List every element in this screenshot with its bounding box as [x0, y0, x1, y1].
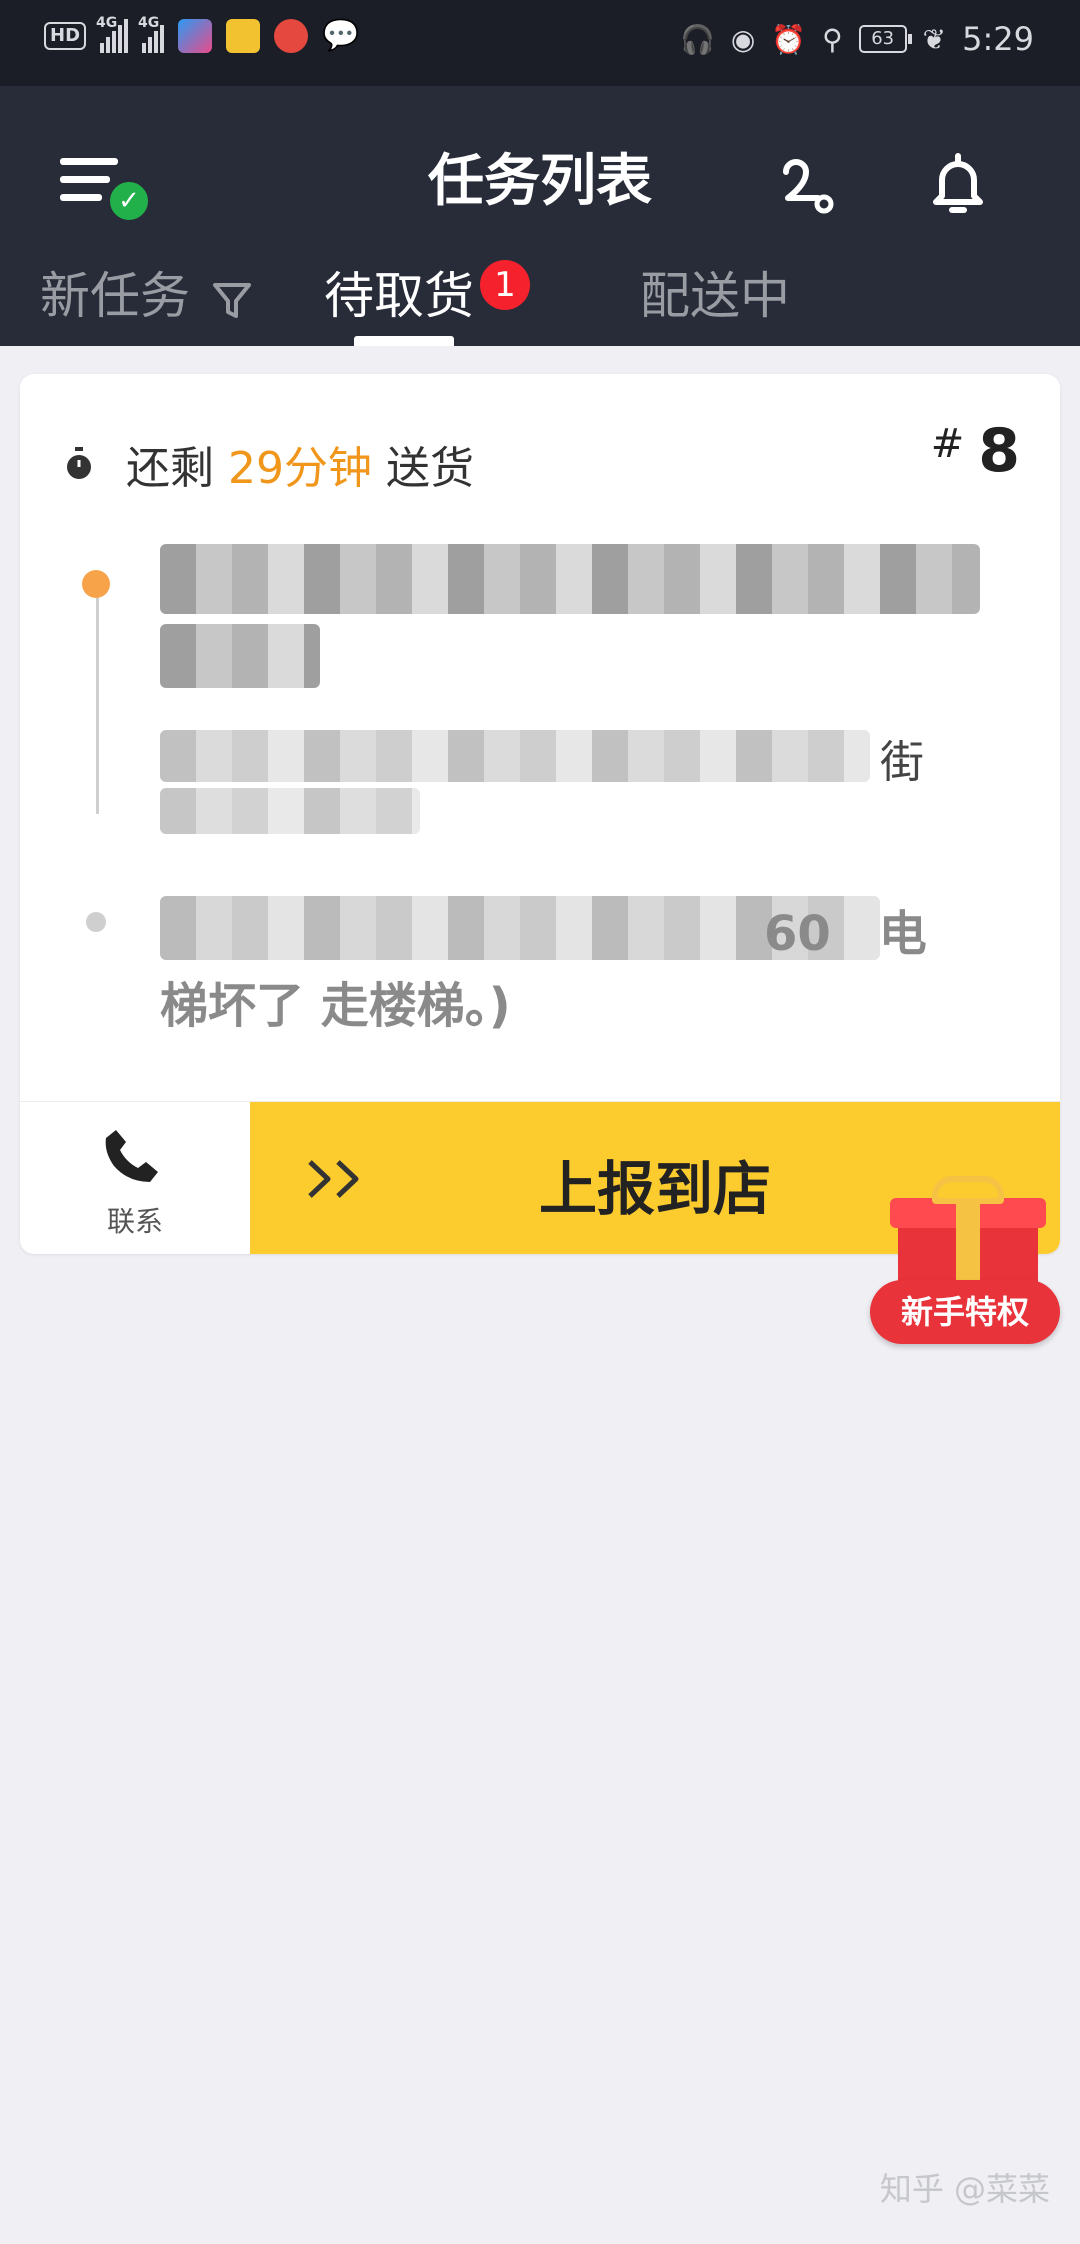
newbie-privilege-button[interactable]: 新手特权 [870, 1176, 1062, 1350]
video-app-icon [178, 18, 213, 53]
tab-label: 配送中 [640, 267, 790, 325]
hd-indicator: HD [44, 21, 87, 50]
destination-char: 电 [878, 906, 927, 962]
destination-note: 梯坏了 走楼梯。) [160, 978, 511, 1034]
destination-marker-icon [86, 912, 106, 932]
contact-button[interactable]: 联系 [20, 1102, 250, 1254]
gift-bow [932, 1176, 1004, 1204]
active-tab-indicator [354, 336, 454, 346]
alarm-icon: ⏰ [771, 22, 807, 56]
time-prefix: 还剩 [126, 443, 214, 494]
newbie-privilege-label: 新手特权 [870, 1280, 1060, 1344]
tab-label: 待取货 [324, 267, 474, 325]
battery-indicator: 63 [858, 25, 912, 53]
time-remaining-row: 还剩 29分钟 送货 [64, 432, 474, 496]
leaf-icon: ❦ [922, 22, 947, 56]
wechat-icon: 💬 [322, 18, 360, 53]
watermark: 知乎 @菜菜 [879, 2170, 1050, 2208]
tab-label: 新任务 [40, 267, 190, 325]
store-address-redacted [160, 788, 420, 834]
phone-icon [105, 1130, 158, 1182]
destination-number: 60 [764, 906, 831, 962]
tab-pending-pickup[interactable]: 待取货 1 [324, 256, 530, 328]
route-icon[interactable] [778, 158, 834, 218]
page-title: 任务列表 [428, 149, 652, 214]
headphones-icon: 🎧 [679, 22, 715, 56]
game-app-icon [274, 18, 309, 53]
store-address-fragment: 街 [880, 737, 924, 788]
count-badge: 1 [480, 260, 530, 310]
order-number-value: 8 [978, 416, 1020, 486]
eye-icon: ◉ [730, 22, 756, 56]
store-marker-icon [82, 570, 110, 598]
signal-icon: 4G [96, 15, 129, 53]
store-address-redacted [160, 730, 870, 782]
route-connector [96, 584, 99, 814]
app-header: ✓ 任务列表 新任务 待取货 1 配送中 [0, 86, 1080, 346]
tab-delivering[interactable]: 配送中 [640, 256, 790, 328]
delivery-app-icon [226, 18, 261, 53]
tab-new-tasks[interactable]: 新任务 [40, 256, 252, 328]
store-name-redacted [160, 544, 980, 614]
order-hash: # [930, 421, 965, 467]
time-suffix: 送货 [386, 443, 474, 494]
store-name-redacted [160, 624, 320, 688]
time-remaining: 29分钟 [228, 443, 372, 494]
destination-fragment: 60 电 [764, 894, 927, 964]
task-card[interactable]: 还剩 29分钟 送货 #8 街 60 电 梯坏了 走楼梯。) 联系 上报到店 [20, 374, 1060, 1254]
contact-label: 联系 [106, 1205, 163, 1238]
tab-bar: 新任务 待取货 1 配送中 [0, 256, 1080, 346]
status-bar: HD 4G 4G 💬 🎧 ◉ ⏰ ⚲ 63 ❦ 5:29 [0, 0, 1080, 86]
order-number: #8 [931, 416, 1020, 486]
location-icon: ⚲ [822, 22, 843, 56]
bell-icon[interactable] [930, 152, 986, 216]
stopwatch-icon [67, 447, 91, 479]
signal-icon-2: 4G [138, 15, 165, 53]
clock: 5:29 [962, 20, 1034, 58]
filter-icon[interactable] [212, 280, 252, 320]
